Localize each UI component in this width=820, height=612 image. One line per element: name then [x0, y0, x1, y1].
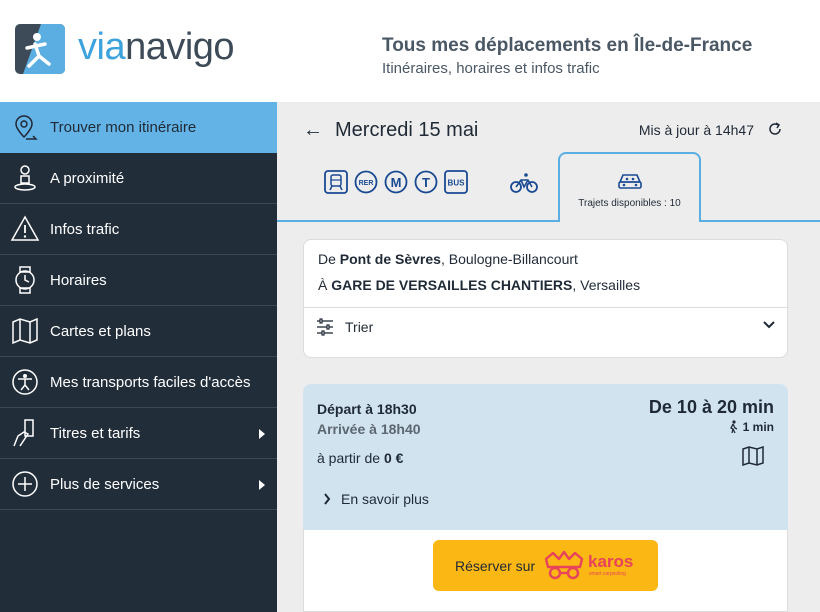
sidebar-item-maps[interactable]: Cartes et plans	[0, 306, 277, 357]
karos-brand-name: karos	[588, 552, 634, 571]
karos-tagline: smart carpooling	[589, 571, 626, 577]
transport-mode-tab[interactable]: RER M T BUS	[324, 170, 468, 194]
header: vianavigo Tous mes déplacements en Île-d…	[0, 0, 820, 102]
divider	[304, 307, 787, 308]
back-arrow-icon[interactable]: ←	[303, 119, 323, 142]
departure-time: Départ à 18h30	[317, 401, 417, 417]
date-label: Mercredi 15 mai	[335, 119, 479, 141]
destination-city: , Versailles	[572, 277, 641, 293]
sidebar-item-label: Plus de services	[50, 475, 160, 493]
submenu-arrow-icon	[259, 480, 265, 490]
updated-time: Mis à jour à 14h47	[638, 122, 754, 138]
main-content: ← Mercredi 15 mai Mis à jour à 14h47 RER…	[277, 102, 820, 612]
booking-section: Réserver sur karos smart carpooling	[303, 530, 788, 612]
bike-icon[interactable]	[510, 171, 538, 195]
book-button-label: Réserver sur	[455, 558, 536, 574]
metro-icon: M	[384, 170, 408, 194]
vianavigo-logo-text[interactable]: vianavigo	[78, 22, 235, 72]
tagline-subtitle: Itinéraires, horaires et infos trafic	[382, 60, 600, 77]
person-pin-icon	[14, 165, 36, 191]
origin-destination-card: De Pont de Sèvres, Boulogne-Billancourt …	[303, 239, 788, 358]
bus-label: BUS	[448, 179, 466, 188]
submenu-arrow-icon	[259, 429, 265, 439]
filter-sliders-icon[interactable]	[316, 318, 334, 336]
tab-carpool[interactable]: Trajets disponibles : 10	[558, 152, 701, 222]
watch-icon	[15, 266, 35, 294]
more-info-label: En savoir plus	[341, 491, 429, 507]
book-karos-button[interactable]: Réserver sur karos smart carpooling	[433, 540, 658, 591]
rer-icon: RER	[354, 170, 378, 194]
more-info-link[interactable]: En savoir plus	[323, 491, 429, 507]
price-prefix: à partir de	[317, 450, 381, 466]
karos-logo-icon	[544, 550, 584, 580]
sidebar-item-label: Trouver mon itinéraire	[50, 119, 197, 136]
car-icon	[618, 174, 642, 189]
carpool-tab-label: Trajets disponibles : 10	[578, 198, 681, 209]
train-icon	[324, 170, 348, 194]
sidebar-item-label: Horaires	[50, 271, 107, 289]
accessibility-icon	[12, 369, 38, 395]
logo-navigo: navigo	[125, 26, 235, 68]
map-icon	[12, 317, 38, 345]
sort-dropdown-label[interactable]: Trier	[345, 319, 373, 335]
tram-label: T	[422, 175, 430, 190]
logo-via: via	[78, 26, 126, 68]
sidebar-item-tickets[interactable]: Titres et tarifs	[0, 408, 277, 459]
destination-line: À GARE DE VERSAILLES CHANTIERS, Versaill…	[318, 277, 640, 293]
walking-person-icon	[729, 420, 737, 434]
map-icon[interactable]	[742, 446, 764, 466]
trip-duration: De 10 à 20 min	[648, 397, 774, 417]
sidebar-item-label: Cartes et plans	[50, 322, 151, 340]
chevron-down-icon[interactable]	[763, 320, 775, 330]
location-pin-icon	[15, 115, 38, 140]
price-value: 0 €	[383, 450, 404, 466]
date-header: ← Mercredi 15 mai	[303, 119, 478, 142]
sidebar-item-label: Titres et tarifs	[50, 424, 141, 442]
metro-label: M	[391, 175, 402, 190]
sidebar-item-label: Infos trafic	[50, 220, 120, 238]
origin-line: De Pont de Sèvres, Boulogne-Billancourt	[318, 251, 578, 267]
trip-result-card[interactable]: Départ à 18h30 Arrivée à 18h40 De 10 à 2…	[303, 384, 788, 612]
destination-prefix: À	[318, 277, 328, 293]
ticket-hand-icon	[13, 419, 34, 447]
sidebar-item-label: Mes transports faciles d'accès	[50, 373, 251, 391]
sidebar-item-schedules[interactable]: Horaires	[0, 255, 277, 306]
price-info: à partir de 0 €	[317, 450, 403, 466]
arrival-time: Arrivée à 18h40	[317, 421, 421, 437]
sidebar-item-accessibility[interactable]: Mes transports faciles d'accès	[0, 357, 277, 408]
origin-prefix: De	[318, 251, 336, 267]
rer-label: RER	[359, 180, 374, 187]
sidebar-item-label: A proximité	[50, 169, 125, 187]
sidebar-item-traffic[interactable]: Infos trafic	[0, 204, 277, 255]
sidebar: Trouver mon itinéraire A proximité Infos…	[0, 102, 277, 612]
refresh-icon[interactable]	[766, 120, 784, 138]
vianavigo-logo-icon[interactable]	[15, 24, 65, 74]
plus-circle-icon	[12, 471, 38, 497]
origin-place: Pont de Sèvres	[339, 251, 441, 267]
bus-icon: BUS	[444, 170, 468, 194]
walk-duration-text: 1 min	[742, 420, 774, 434]
sidebar-item-more-services[interactable]: Plus de services	[0, 459, 277, 510]
tram-icon: T	[414, 170, 438, 194]
sidebar-item-nearby[interactable]: A proximité	[0, 153, 277, 204]
tab-underline	[277, 220, 820, 222]
origin-city: , Boulogne-Billancourt	[440, 251, 578, 267]
destination-place: GARE DE VERSAILLES CHANTIERS	[331, 277, 573, 293]
warning-icon	[10, 215, 40, 241]
walk-duration: 1 min	[727, 420, 774, 434]
chevron-right-icon	[324, 493, 331, 505]
sidebar-item-itinerary[interactable]: Trouver mon itinéraire	[0, 102, 277, 153]
tagline-title: Tous mes déplacements en Île-de-France	[382, 35, 753, 56]
